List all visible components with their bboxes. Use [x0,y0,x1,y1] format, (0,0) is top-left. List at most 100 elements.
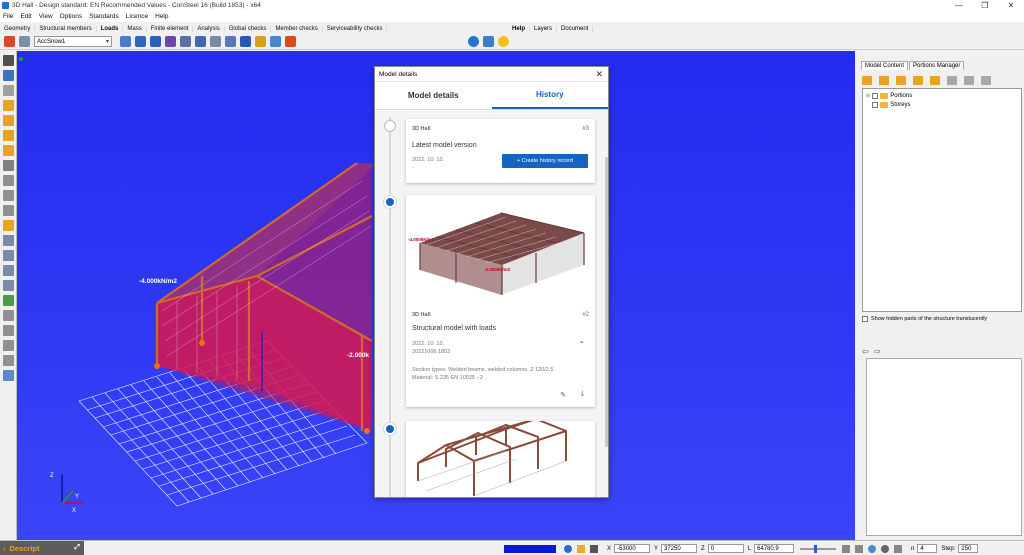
pin-icon[interactable]: ⤢ [74,544,80,552]
close-icon[interactable]: ✕ [595,69,603,80]
view-front-icon[interactable] [3,115,14,126]
tab-document[interactable]: Document [557,25,594,32]
view-icon[interactable] [3,100,14,111]
tab-history[interactable]: History [491,82,608,109]
checkbox-box[interactable] [862,316,868,322]
menu-licence[interactable]: Licence [126,13,148,20]
tree-checkbox[interactable] [872,92,879,99]
close-button[interactable]: ✕ [998,0,1024,11]
pan-icon[interactable] [3,280,14,291]
step-value[interactable]: 250 [958,544,979,553]
help-icon[interactable] [468,36,479,47]
edit-folder-icon[interactable] [930,76,940,85]
dialog-scrollbar[interactable] [605,157,608,447]
cursor-icon[interactable] [590,544,598,553]
label-icon[interactable] [3,325,14,336]
globe-icon[interactable] [564,544,572,553]
load-case-icon[interactable] [19,36,30,47]
tab-loads[interactable]: Loads [97,25,124,32]
settings-icon[interactable] [3,370,14,381]
length-value[interactable]: 64780.9 [754,544,795,553]
z-coordinate[interactable]: 0 [707,544,744,553]
temperature-load-icon[interactable] [195,36,206,47]
render-icon[interactable] [3,175,14,186]
remove-icon[interactable] [913,76,923,85]
color-swatch[interactable] [504,544,556,553]
tab-model-content[interactable]: Model Content [861,61,909,70]
render-mode-icon[interactable] [881,544,890,553]
section-icon[interactable] [3,205,14,216]
create-history-record-button[interactable]: + Create history record [502,154,588,168]
undo-icon[interactable] [3,70,14,81]
tree-item-portions[interactable]: ⊞ Portions [866,91,1021,100]
check-icon[interactable] [3,295,14,306]
menu-edit[interactable]: Edit [20,13,31,20]
y-coordinate[interactable]: 37250 [661,544,698,553]
view-top-icon[interactable] [3,145,14,156]
refresh-icon[interactable] [981,76,991,85]
tab-structural-members[interactable]: Structural members [35,25,97,32]
snow-load-icon[interactable] [240,36,251,47]
dimension-icon[interactable] [3,250,14,261]
axis-snap-icon[interactable] [855,544,864,553]
zoom-slider[interactable] [800,544,837,553]
menu-options[interactable]: Options [60,13,82,20]
x-coordinate[interactable]: -53000 [614,544,651,553]
layers-icon[interactable] [483,36,494,47]
maximize-button[interactable]: ❐ [972,0,998,11]
collapse-icon[interactable]: ⌃ [578,340,585,349]
menu-file[interactable]: File [3,13,13,20]
surface-load-icon[interactable] [150,36,161,47]
minimize-button[interactable]: — [946,0,972,11]
tab-mass[interactable]: Mass [123,25,147,32]
measure-icon[interactable] [3,235,14,246]
camera-icon[interactable] [894,544,903,553]
view-side-icon[interactable] [3,130,14,141]
wind-load-icon[interactable] [255,36,266,47]
new-folder-icon[interactable] [879,76,889,85]
add-icon[interactable] [896,76,906,85]
translucent-checkbox[interactable]: Show hidden parts of the structure trans… [862,316,987,322]
imperfection-icon[interactable] [225,36,236,47]
tab-global-checks[interactable]: Global checks [225,25,272,32]
menu-help[interactable]: Help [155,13,168,20]
forward-arrow-icon[interactable]: ⇨ [874,347,881,356]
snap-delta-icon[interactable] [577,544,585,553]
grid-snap-icon[interactable] [842,544,851,553]
wireframe-icon[interactable] [3,190,14,201]
fire-load-icon[interactable] [285,36,296,47]
line-load-icon[interactable] [135,36,146,47]
n-value[interactable]: 4 [917,544,938,553]
select-icon[interactable] [3,85,14,96]
point-load-icon[interactable] [120,36,131,47]
tab-model-details[interactable]: Model details [375,82,492,109]
descript-button[interactable]: › Descript ⤢ [0,540,84,555]
download-icon[interactable]: ⤓ [581,390,584,398]
new-portion-icon[interactable] [862,76,872,85]
rotate-icon[interactable] [3,265,14,276]
tab-help[interactable]: Help [508,25,531,32]
zoom-icon[interactable] [3,220,14,231]
load-case-select[interactable]: AccSnow1 ▾ [34,36,112,47]
tab-member-checks[interactable]: Member checks [271,25,323,32]
area-load-icon[interactable] [165,36,176,47]
menu-view[interactable]: View [39,13,53,20]
moment-load-icon[interactable] [180,36,191,47]
combination-icon[interactable] [270,36,281,47]
move-up-icon[interactable] [947,76,957,85]
tree-checkbox[interactable] [872,101,879,108]
tab-layers[interactable]: Layers [530,25,558,32]
grid-icon[interactable] [3,160,14,171]
tip-bulb-icon[interactable] [498,36,509,47]
color-wheel-icon[interactable] [868,544,877,553]
move-down-icon[interactable] [964,76,974,85]
tab-finite-element[interactable]: Finite element [147,25,194,32]
menu-standards[interactable]: Standards [89,13,119,20]
tab-portions-manager[interactable]: Portions Manager [909,61,965,70]
tab-analysis[interactable]: Analysis [193,25,225,32]
filter-icon[interactable] [3,310,14,321]
print-icon[interactable] [3,340,14,351]
tab-serviceability-checks[interactable]: Serviceability checks [323,25,388,32]
export-icon[interactable] [3,355,14,366]
back-arrow-icon[interactable]: ⇦ [862,347,869,356]
